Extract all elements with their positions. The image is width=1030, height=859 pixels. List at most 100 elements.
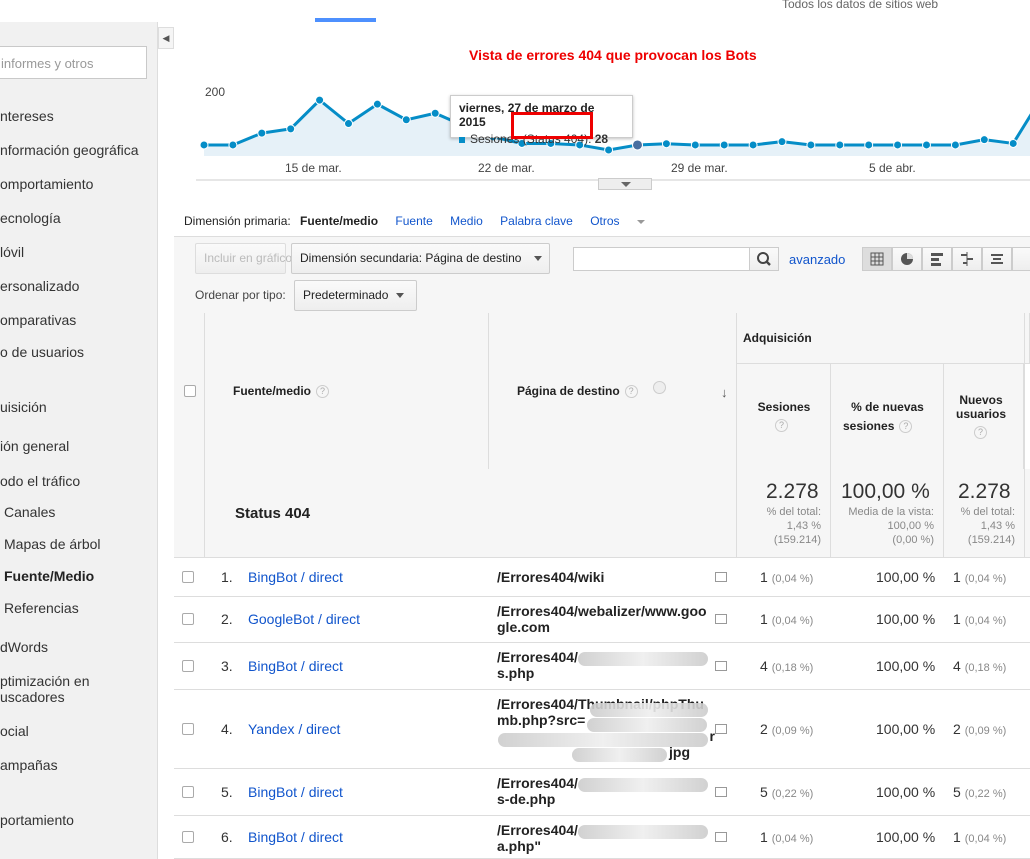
source-medium-link[interactable]: Yandex / direct xyxy=(248,721,340,737)
data-point[interactable] xyxy=(893,140,903,150)
sidebar-item[interactable]: ampañas xyxy=(0,757,58,773)
source-medium-link[interactable]: BingBot / direct xyxy=(248,658,343,674)
sidebar-item[interactable]: lóvil xyxy=(0,244,24,260)
sidebar-item[interactable]: Mapas de árbol xyxy=(4,536,101,552)
sidebar-item[interactable]: ersonalizado xyxy=(0,278,79,294)
select-all-checkbox[interactable] xyxy=(184,385,196,397)
open-link-icon[interactable] xyxy=(715,660,727,671)
data-point[interactable] xyxy=(864,140,874,150)
data-point[interactable] xyxy=(286,124,296,134)
dimension-fuente-medio[interactable]: Fuente/medio xyxy=(300,214,378,228)
data-point[interactable] xyxy=(344,119,353,129)
dimension-fuente[interactable]: Fuente xyxy=(395,214,432,228)
sidebar-item[interactable]: uscadores xyxy=(0,689,65,705)
sidebar-search-input[interactable]: informes y otros xyxy=(0,46,147,79)
view-pivot-button[interactable] xyxy=(1012,247,1030,271)
column-header-source-medium[interactable]: Fuente/medio? xyxy=(205,313,489,470)
data-point[interactable] xyxy=(257,128,267,138)
data-point[interactable] xyxy=(922,140,931,150)
source-medium-link[interactable]: BingBot / direct xyxy=(248,569,343,585)
data-point[interactable] xyxy=(979,135,989,145)
data-point[interactable] xyxy=(777,137,787,147)
column-header-new-users[interactable]: Nuevos usuarios ? xyxy=(944,364,1024,470)
sidebar-item[interactable]: portamiento xyxy=(0,812,74,828)
column-header-new-sessions-pct[interactable]: % de nuevas sesiones? xyxy=(831,364,944,470)
collapse-sidebar-button[interactable]: ◀ xyxy=(158,27,174,49)
sidebar-item[interactable]: Fuente/Medio xyxy=(4,568,94,584)
data-point[interactable] xyxy=(835,140,845,150)
sort-arrow-icon[interactable]: ↓ xyxy=(721,385,728,400)
sidebar-item[interactable]: ptimización en xyxy=(0,673,90,689)
row-checkbox[interactable] xyxy=(182,659,194,672)
secondary-dimension-dropdown[interactable]: Dimensión secundaria: Página de destino xyxy=(291,243,550,274)
data-point[interactable] xyxy=(690,140,700,150)
help-icon[interactable]: ? xyxy=(974,426,987,439)
sidebar-item[interactable]: uisición xyxy=(0,399,47,415)
column-header-sessions[interactable]: Sesiones ? xyxy=(737,364,831,470)
data-point[interactable] xyxy=(661,139,671,149)
data-point[interactable] xyxy=(604,145,614,155)
source-medium-link[interactable]: BingBot / direct xyxy=(248,829,343,845)
row-checkbox[interactable] xyxy=(182,785,194,798)
search-button[interactable] xyxy=(749,247,779,271)
open-link-icon[interactable] xyxy=(715,723,727,734)
sidebar-item[interactable]: odo el tráfico xyxy=(0,473,80,489)
data-point[interactable] xyxy=(748,140,758,150)
view-performance-button[interactable] xyxy=(922,247,952,271)
view-table-button[interactable] xyxy=(862,247,892,271)
dimension-palabra-clave[interactable]: Palabra clave xyxy=(500,214,573,228)
row-checkbox[interactable] xyxy=(182,722,194,735)
sidebar-item[interactable]: ocial xyxy=(0,723,29,739)
source-medium-link[interactable]: BingBot / direct xyxy=(248,784,343,800)
data-point[interactable] xyxy=(1008,138,1018,148)
data-point[interactable] xyxy=(632,139,643,151)
data-point[interactable] xyxy=(719,140,729,150)
data-point[interactable] xyxy=(950,140,960,150)
help-icon[interactable]: ? xyxy=(316,385,330,399)
row-checkbox[interactable] xyxy=(182,613,194,625)
landing-page-text: /Errores404/wiki xyxy=(497,568,605,585)
row-checkbox[interactable] xyxy=(182,830,194,843)
data-point[interactable] xyxy=(228,140,238,150)
sidebar-item[interactable]: ión general xyxy=(0,438,69,454)
sidebar-item[interactable]: omparativas xyxy=(0,312,76,328)
plot-rows-button[interactable]: Incluir en gráfico xyxy=(195,243,292,274)
sessions-value-num: 2 xyxy=(760,720,768,737)
advanced-filter-link[interactable]: avanzado xyxy=(789,252,845,267)
help-icon[interactable]: ? xyxy=(624,385,638,399)
column-header-landing-page[interactable]: Página de destino? ↓ xyxy=(489,313,737,470)
open-link-icon[interactable] xyxy=(715,831,727,842)
open-link-icon[interactable] xyxy=(715,786,727,797)
sidebar-item[interactable]: omportamiento xyxy=(0,176,93,192)
sidebar-item[interactable]: ecnología xyxy=(0,210,61,226)
sort-type-dropdown[interactable]: Predeterminado xyxy=(294,280,417,311)
source-medium-link[interactable]: GoogleBot / direct xyxy=(248,611,360,627)
open-link-icon[interactable] xyxy=(715,614,727,624)
view-comparison-button[interactable] xyxy=(952,247,982,271)
chart-collapse-toggle[interactable] xyxy=(598,178,652,190)
dimension-medio[interactable]: Medio xyxy=(450,214,483,228)
table-search-input[interactable] xyxy=(573,247,750,271)
view-term-cloud-button[interactable] xyxy=(982,247,1012,271)
data-point[interactable] xyxy=(430,108,440,118)
new-users-pct: (0,04 %) xyxy=(964,572,1007,585)
sidebar-item[interactable]: nformación geográfica xyxy=(0,142,139,158)
help-icon[interactable]: ? xyxy=(899,420,913,434)
open-link-icon[interactable] xyxy=(715,571,727,582)
data-point[interactable] xyxy=(806,140,816,150)
sidebar-item[interactable]: Canales xyxy=(4,504,55,520)
data-point[interactable] xyxy=(401,115,411,125)
help-icon[interactable]: ? xyxy=(775,419,788,432)
sidebar-item[interactable]: o de usuarios xyxy=(0,344,84,360)
view-selector[interactable]: Todos los datos de sitios web xyxy=(782,0,938,11)
view-pie-button[interactable] xyxy=(892,247,922,271)
data-point[interactable] xyxy=(199,140,209,150)
sidebar-item[interactable]: Referencias xyxy=(4,600,79,616)
row-checkbox[interactable] xyxy=(182,570,194,583)
remove-dimension-icon[interactable] xyxy=(653,381,666,394)
sidebar-item[interactable]: ntereses xyxy=(0,108,54,124)
data-point[interactable] xyxy=(372,99,382,109)
data-point[interactable] xyxy=(315,95,325,105)
sidebar-item[interactable]: dWords xyxy=(0,639,48,655)
dimension-otros-dropdown[interactable]: Otros xyxy=(590,214,659,228)
